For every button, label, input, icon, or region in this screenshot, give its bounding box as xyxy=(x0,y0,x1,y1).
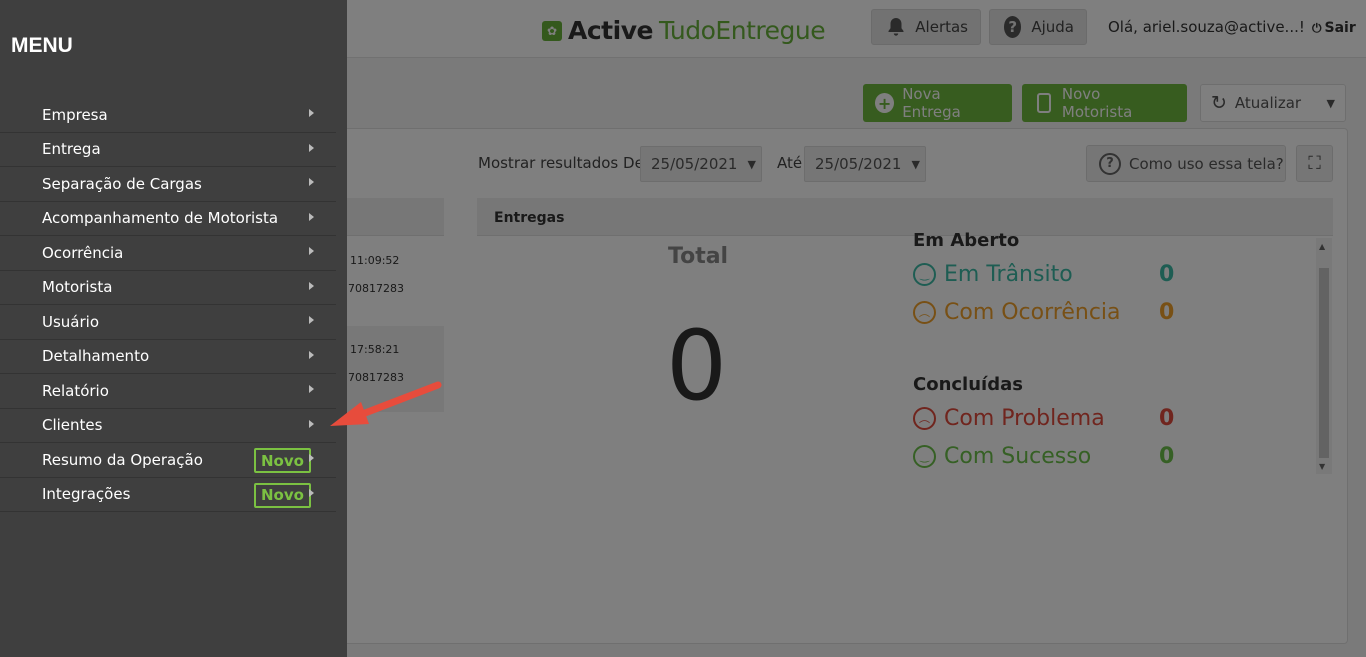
menu-item-label: Empresa xyxy=(42,105,108,124)
chevron-right-icon xyxy=(309,143,314,152)
chevron-right-icon xyxy=(309,316,314,324)
menu-item-label: Usuário xyxy=(42,312,100,331)
menu-item-label: Relatório xyxy=(42,381,109,400)
menu-item-label: Integrações xyxy=(42,485,131,504)
menu-item-clientes[interactable]: Clientes xyxy=(0,409,336,443)
menu-item-label: Acompanhamento de Motorista xyxy=(42,209,279,228)
menu-item-separacao-de-cargas[interactable]: Separação de Cargas xyxy=(0,167,336,202)
menu-item-motorista[interactable]: Motorista xyxy=(0,271,336,305)
menu-item-ocorrencia[interactable]: Ocorrência xyxy=(0,236,336,271)
menu-item-label: Motorista xyxy=(42,278,113,297)
menu-item-integracoes[interactable]: Integrações Novo xyxy=(0,478,336,512)
menu-item-label: Clientes xyxy=(42,416,103,435)
menu-item-label: Detalhamento xyxy=(42,347,150,366)
menu-item-label: Ocorrência xyxy=(42,243,124,262)
new-badge: Novo xyxy=(254,448,311,473)
menu-list: Empresa Entrega Separação de Cargas Acom… xyxy=(0,98,336,512)
menu-item-detalhamento[interactable]: Detalhamento xyxy=(0,340,336,374)
menu-item-entrega[interactable]: Entrega xyxy=(0,133,336,167)
menu-item-resumo-da-operacao[interactable]: Resumo da Operação Novo xyxy=(0,443,336,478)
menu-item-relatorio[interactable]: Relatório xyxy=(0,374,336,409)
chevron-right-icon xyxy=(309,385,314,393)
chevron-right-icon xyxy=(309,419,314,428)
chevron-right-icon xyxy=(309,247,314,255)
chevron-right-icon xyxy=(309,178,314,186)
chevron-right-icon xyxy=(309,281,314,290)
menu-item-usuario[interactable]: Usuário xyxy=(0,305,336,340)
menu-item-empresa[interactable]: Empresa xyxy=(0,98,336,133)
menu-title: MENU xyxy=(11,34,73,57)
side-menu: MENU Empresa Entrega Separação de Cargas… xyxy=(0,0,347,657)
chevron-right-icon xyxy=(309,109,314,117)
menu-item-label: Entrega xyxy=(42,140,101,159)
chevron-right-icon xyxy=(309,454,314,462)
new-badge: Novo xyxy=(254,482,311,508)
chevron-right-icon xyxy=(309,488,314,497)
menu-item-label: Separação de Cargas xyxy=(42,174,202,193)
chevron-right-icon xyxy=(309,350,314,359)
menu-item-acompanhamento-de-motorista[interactable]: Acompanhamento de Motorista xyxy=(0,202,336,236)
chevron-right-icon xyxy=(309,212,314,221)
menu-item-label: Resumo da Operação xyxy=(42,450,203,469)
